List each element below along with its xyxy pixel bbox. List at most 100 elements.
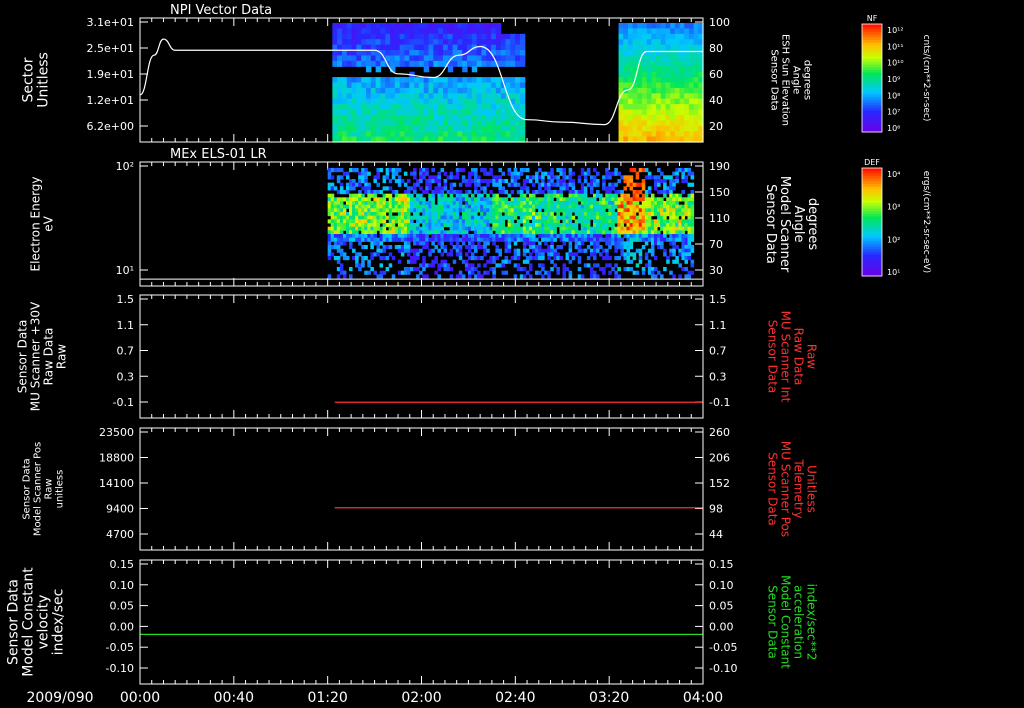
els-cell xyxy=(669,208,673,213)
els-cell xyxy=(583,219,588,224)
els-cell xyxy=(544,219,548,224)
npi-cell xyxy=(428,104,434,111)
els-cell xyxy=(519,215,524,220)
els-cell xyxy=(547,212,551,217)
els-cell xyxy=(666,223,670,228)
els-cell xyxy=(449,219,454,224)
els-cell xyxy=(568,190,573,195)
npi-cell xyxy=(491,39,497,46)
els-cell xyxy=(339,270,344,275)
npi-cell xyxy=(332,39,338,46)
els-cell xyxy=(461,208,466,213)
els-cell xyxy=(364,219,368,224)
els-cell xyxy=(367,226,371,231)
els-cell xyxy=(510,204,515,209)
els-cell xyxy=(425,186,429,191)
els-cell xyxy=(327,208,332,213)
npi-cell xyxy=(495,28,502,35)
els-cell xyxy=(675,226,679,231)
els-cell xyxy=(501,204,506,209)
els-cell xyxy=(403,182,408,187)
els-cell xyxy=(531,215,536,220)
els-cell xyxy=(440,223,445,228)
els-cell xyxy=(379,270,384,275)
els-cell xyxy=(687,171,692,176)
npi-cell xyxy=(361,82,367,89)
npi-cell xyxy=(351,93,358,100)
npi-cell xyxy=(505,120,511,127)
els-cell xyxy=(617,219,621,224)
els-cell xyxy=(672,259,676,264)
els-cell xyxy=(550,226,554,231)
npi-cell xyxy=(366,125,372,132)
els-cell xyxy=(477,256,481,261)
npi-cell xyxy=(627,66,634,73)
els-cell xyxy=(690,245,695,250)
els-cell xyxy=(437,182,442,187)
colorbar-units: ergs/(cm**2-sr-sec-eV) xyxy=(921,171,931,273)
els-cell xyxy=(434,186,438,191)
npi-cell xyxy=(337,82,343,89)
els-cell xyxy=(507,245,512,250)
els-cell xyxy=(327,245,332,250)
els-cell xyxy=(647,190,652,195)
els-cell xyxy=(538,219,542,224)
els-cell xyxy=(647,234,652,239)
els-cell xyxy=(666,197,670,202)
els-cell xyxy=(492,201,496,206)
els-cell xyxy=(495,230,499,235)
npi-cell xyxy=(467,28,473,35)
els-cell xyxy=(394,237,399,242)
els-cell xyxy=(547,234,551,239)
npi-cell xyxy=(442,55,449,62)
left-axis-label: Sector xyxy=(21,57,37,102)
els-cell xyxy=(690,237,695,242)
els-cell xyxy=(370,193,374,198)
els-cell xyxy=(516,230,521,235)
els-cell xyxy=(327,252,332,257)
els-cell xyxy=(510,175,515,180)
els-cell xyxy=(483,245,487,250)
els-cell xyxy=(550,215,554,220)
npi-cell xyxy=(356,120,362,127)
els-cell xyxy=(495,212,499,217)
els-cell xyxy=(419,263,423,268)
npi-cell xyxy=(670,131,676,138)
els-cell xyxy=(635,175,640,180)
npi-cell xyxy=(471,104,478,111)
npi-cell xyxy=(356,125,362,132)
els-cell xyxy=(361,230,365,235)
els-cell xyxy=(406,190,411,195)
els-cell xyxy=(498,263,502,268)
npi-cell xyxy=(656,66,662,73)
els-cell xyxy=(345,171,350,176)
els-cell xyxy=(486,208,490,213)
npi-cell xyxy=(380,77,386,84)
els-cell xyxy=(339,226,344,231)
els-cell xyxy=(681,245,685,250)
npi-cell xyxy=(500,33,507,40)
els-cell xyxy=(650,245,655,250)
els-cell xyxy=(672,193,676,198)
npi-cell xyxy=(632,87,638,94)
els-cell xyxy=(434,259,438,264)
els-cell xyxy=(611,230,615,235)
npi-cell xyxy=(505,44,511,51)
els-cell xyxy=(474,274,478,279)
els-cell xyxy=(519,237,524,242)
els-cell xyxy=(449,252,454,257)
els-cell xyxy=(535,223,539,228)
right-axis-label: Sensor Data xyxy=(766,585,780,659)
els-cell xyxy=(327,248,332,253)
npi-cell xyxy=(500,125,507,132)
els-cell xyxy=(437,267,442,272)
els-cell xyxy=(574,226,579,231)
els-cell xyxy=(519,219,524,224)
npi-cell xyxy=(375,55,382,62)
npi-cell xyxy=(467,60,473,67)
els-cell xyxy=(672,226,676,231)
els-cell xyxy=(541,197,545,202)
els-cell xyxy=(592,212,597,217)
els-cell xyxy=(589,182,594,187)
els-cell xyxy=(657,168,661,173)
